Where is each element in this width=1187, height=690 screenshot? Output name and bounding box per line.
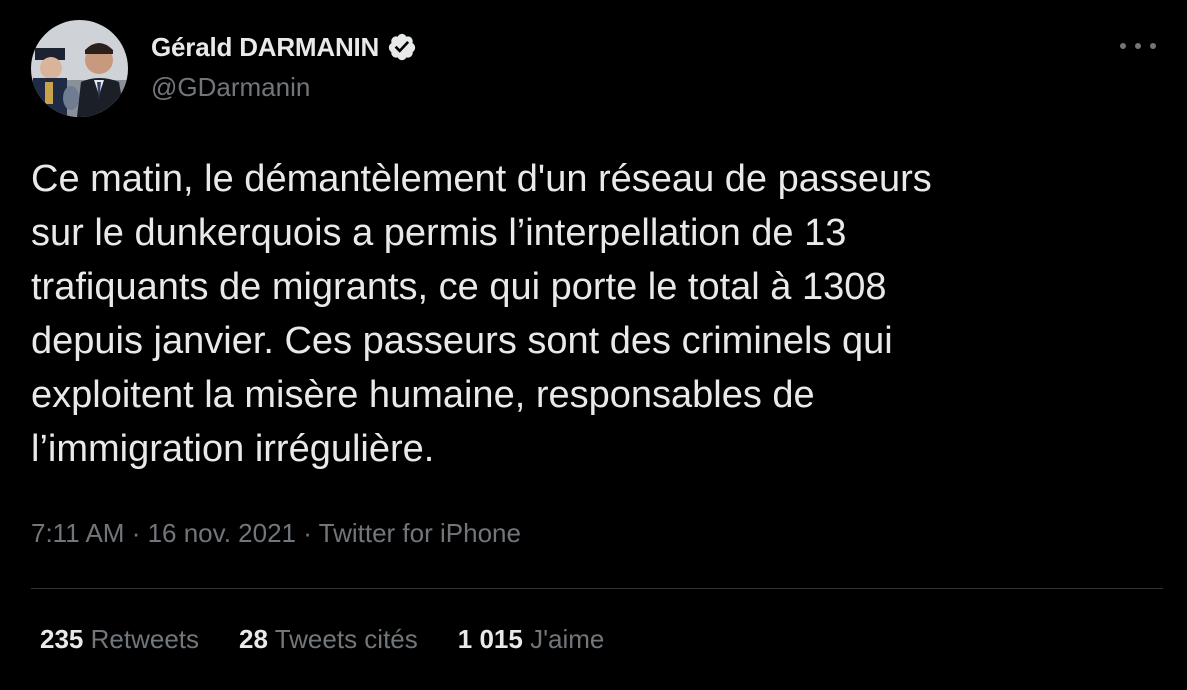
meta-separator: ·	[124, 518, 148, 548]
meta-separator: ·	[296, 518, 319, 548]
quotes-label: Tweets cités	[274, 624, 418, 654]
tweet-time[interactable]: 7:11 AM	[31, 518, 124, 548]
author-display-name[interactable]: Gérald DARMANIN	[151, 32, 379, 63]
avatar-photo	[31, 20, 128, 117]
likes-label: J'aime	[530, 624, 605, 654]
verified-badge-icon	[387, 32, 417, 62]
tweet-text: Ce matin, le démantèlement d'un réseau d…	[31, 158, 932, 470]
tweet-date[interactable]: 16 nov. 2021	[148, 518, 296, 548]
dot	[1150, 43, 1156, 49]
tweet-card: Gérald DARMANIN @GDarmanin Ce matin, le …	[0, 0, 1187, 690]
more-options-icon[interactable]	[1120, 34, 1156, 58]
retweets-label: Retweets	[90, 624, 200, 654]
tweet-meta: 7:11 AM · 16 nov. 2021 · Twitter for iPh…	[31, 518, 521, 549]
author-names: Gérald DARMANIN @GDarmanin	[151, 30, 417, 103]
author-handle[interactable]: @GDarmanin	[151, 72, 417, 103]
avatar[interactable]	[31, 20, 128, 117]
tweet-header: Gérald DARMANIN @GDarmanin	[31, 20, 1156, 120]
quotes-count: 28	[239, 624, 268, 654]
dot	[1135, 43, 1141, 49]
retweets-count: 235	[40, 624, 84, 654]
quotes-stat[interactable]: 28 Tweets cités	[239, 624, 418, 655]
likes-count: 1 015	[457, 624, 523, 654]
retweets-stat[interactable]: 235 Retweets	[40, 624, 199, 655]
dot	[1120, 43, 1126, 49]
tweet-source[interactable]: Twitter for iPhone	[319, 518, 521, 548]
display-name-row: Gérald DARMANIN	[151, 30, 417, 64]
divider	[31, 588, 1163, 589]
tweet-stats: 235 Retweets 28 Tweets cités 1 015 J'aim…	[40, 624, 644, 655]
likes-stat[interactable]: 1 015 J'aime	[458, 624, 605, 655]
